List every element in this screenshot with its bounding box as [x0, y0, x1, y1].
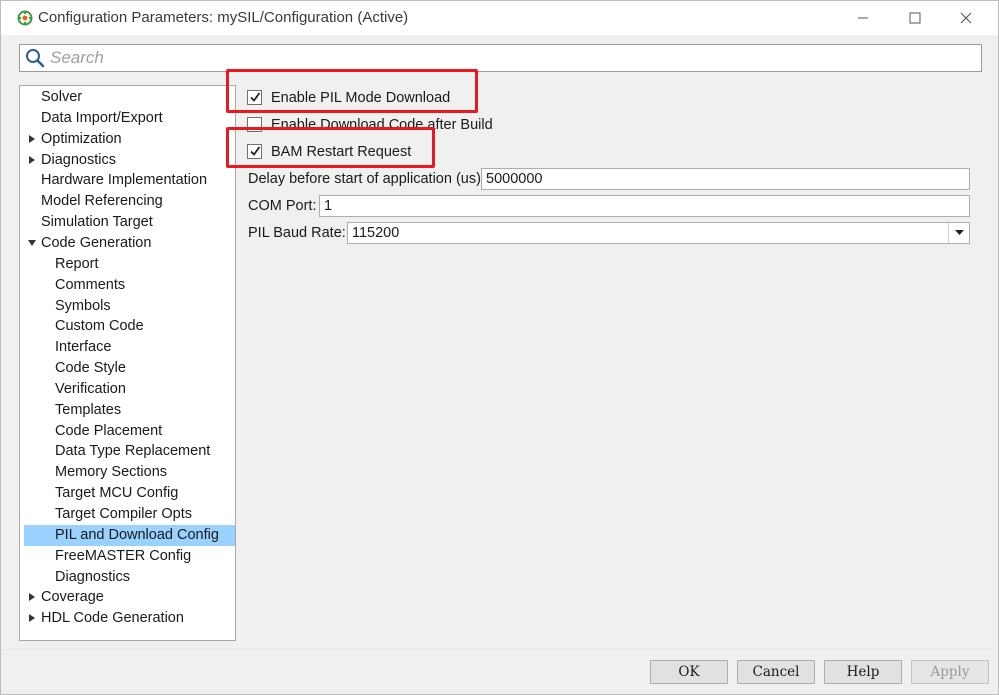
com-port-input[interactable]: 1	[319, 195, 970, 217]
tree-item-label: Comments	[55, 276, 126, 293]
tree-item-solver[interactable]: Solver	[24, 87, 235, 108]
delay-label: Delay before start of application (us):	[248, 171, 485, 187]
tree-item-label: Optimization	[41, 130, 122, 147]
tree-item-label: Memory Sections	[55, 464, 168, 481]
tree-item-label: Hardware Implementation	[41, 172, 208, 189]
highlight-enable-pil	[226, 69, 478, 113]
title-bar: Configuration Parameters: mySIL/Configur…	[1, 1, 998, 35]
pil-baud-rate-label: PIL Baud Rate:	[248, 225, 346, 241]
config-parameters-window: Configuration Parameters: mySIL/Configur…	[0, 0, 999, 695]
tree-item-simulation-target[interactable]: Simulation Target	[24, 212, 235, 233]
tree-item-label: Templates	[55, 401, 122, 418]
tree-item-label: Data Type Replacement	[55, 443, 211, 460]
tree-item-memory-sections[interactable]: Memory Sections	[24, 462, 235, 483]
collapsed-arrow-icon[interactable]	[27, 592, 37, 602]
pil-baud-rate-value: 115200	[352, 225, 400, 241]
highlight-bam-restart	[226, 127, 435, 168]
tree-item-label: Verification	[55, 380, 126, 397]
tree-item-label: Solver	[41, 89, 83, 105]
tree-item-label: Code Placement	[55, 422, 163, 439]
collapsed-arrow-icon[interactable]	[27, 155, 37, 165]
apply-button[interactable]: Apply	[911, 660, 989, 684]
help-button[interactable]: Help	[824, 660, 902, 684]
collapsed-arrow-icon[interactable]	[27, 613, 37, 623]
close-icon	[960, 12, 972, 24]
expanded-arrow-icon[interactable]	[27, 238, 37, 248]
tree-item-diagnostics[interactable]: Diagnostics	[24, 567, 235, 588]
tree-item-label: Target Compiler Opts	[55, 506, 192, 522]
delay-input[interactable]: 5000000	[481, 168, 970, 190]
tree-item-label: Diagnostics	[41, 151, 116, 168]
tree-item-custom-code[interactable]: Custom Code	[24, 316, 235, 337]
tree-item-label: Symbols	[55, 297, 111, 314]
tree-item-label: Code Style	[55, 360, 126, 377]
pil-download-config-panel: Enable PIL Mode Download Enable Download…	[237, 85, 982, 645]
tree-item-target-mcu-config[interactable]: Target MCU Config	[24, 483, 235, 504]
search-box[interactable]	[19, 44, 982, 72]
tree-item-comments[interactable]: Comments	[24, 275, 235, 296]
tree-item-templates[interactable]: Templates	[24, 400, 235, 421]
tree-item-coverage[interactable]: Coverage	[24, 587, 235, 608]
footer-divider	[1, 649, 998, 650]
tree-item-verification[interactable]: Verification	[24, 379, 235, 400]
minimize-icon	[858, 17, 868, 19]
search-icon	[25, 48, 45, 68]
tree-item-report[interactable]: Report	[24, 254, 235, 275]
tree-item-optimization[interactable]: Optimization	[24, 129, 235, 150]
tree-item-label: HDL Code Generation	[41, 610, 184, 627]
maximize-icon	[909, 12, 921, 24]
tree-item-code-placement[interactable]: Code Placement	[24, 421, 235, 442]
tree-item-code-generation[interactable]: Code Generation	[24, 233, 235, 254]
cancel-button[interactable]: Cancel	[737, 660, 815, 684]
tree-item-interface[interactable]: Interface	[24, 337, 235, 358]
minimize-button[interactable]	[852, 7, 874, 29]
maximize-button[interactable]	[904, 7, 926, 29]
tree-item-label: Diagnostics	[55, 568, 130, 585]
tree-item-label: Simulation Target	[41, 214, 153, 231]
window-title: Configuration Parameters: mySIL/Configur…	[38, 9, 409, 26]
tree-item-pil-and-download-config[interactable]: PIL and Download Config	[24, 524, 235, 546]
ok-button[interactable]: OK	[650, 660, 728, 684]
matlab-app-icon	[17, 10, 33, 26]
tree-item-label: Data Import/Export	[41, 109, 163, 126]
tree-item-label: Interface	[55, 339, 112, 356]
tree-item-model-referencing[interactable]: Model Referencing	[24, 191, 235, 212]
dropdown-arrow-icon	[955, 230, 964, 235]
tree-item-symbols[interactable]: Symbols	[24, 296, 235, 317]
tree-item-data-type-replacement[interactable]: Data Type Replacement	[24, 441, 235, 462]
close-button[interactable]	[955, 7, 977, 29]
com-port-label: COM Port:	[248, 198, 317, 214]
tree-item-hdl-code-generation[interactable]: HDL Code Generation	[24, 608, 235, 629]
tree-item-label: Custom Code	[55, 318, 144, 335]
tree-item-label: Report	[55, 255, 99, 272]
tree-item-label: FreeMASTER Config	[55, 547, 192, 564]
tree-item-label: PIL and Download Config	[55, 526, 219, 543]
tree-item-code-style[interactable]: Code Style	[24, 358, 235, 379]
tree-item-label: Model Referencing	[41, 193, 163, 210]
pil-baud-rate-select[interactable]: 115200	[347, 222, 970, 244]
search-input[interactable]	[50, 47, 970, 69]
category-tree: Solver Data Import/Export Optimization Diag…	[19, 85, 236, 641]
tree-item-data-import-export[interactable]: Data Import/Export	[24, 108, 235, 129]
tree-item-label: Code Generation	[41, 234, 152, 251]
collapsed-arrow-icon[interactable]	[27, 134, 37, 144]
tree-item-hardware-implementation[interactable]: Hardware Implementation	[24, 170, 235, 191]
tree-item-label: Coverage	[41, 589, 104, 606]
tree-item-label: Target MCU Config	[55, 485, 179, 502]
tree-item-freemaster-config[interactable]: FreeMASTER Config	[24, 546, 235, 567]
tree-item-diagnostics[interactable]: Diagnostics	[24, 150, 235, 171]
dropdown-arrow-button[interactable]	[948, 223, 969, 243]
tree-item-target-compiler-opts[interactable]: Target Compiler Opts	[24, 504, 235, 525]
